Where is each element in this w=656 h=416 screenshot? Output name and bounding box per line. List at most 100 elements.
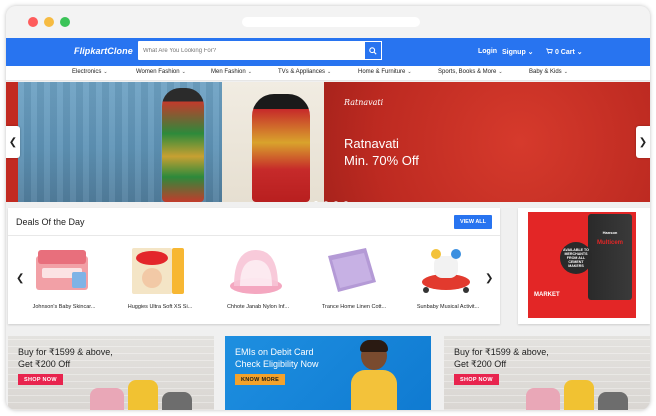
browser-chrome	[6, 6, 650, 38]
banner-title: Buy for ₹1599 & above, Get ₹200 Off	[18, 346, 113, 370]
ad-bag-label: Hanson	[602, 230, 618, 235]
cement-bag-image: Hanson Multicem	[588, 214, 632, 300]
product-name: Sunbaby Musical Activit...	[416, 304, 480, 310]
chevron-down-icon: ⌄	[181, 69, 186, 75]
deal-card[interactable]: Sunbaby Musical Activit...	[406, 242, 490, 314]
side-ad-banner[interactable]: Hanson Multicem AVAILABLE TO MERCHANTS F…	[518, 208, 650, 324]
product-name: Huggies Ultra Soft XS Si...	[127, 304, 193, 310]
chevron-down-icon: ⌄	[247, 69, 252, 75]
banner-title: EMIs on Debit Card Check Eligibility Now	[235, 346, 319, 370]
deal-card[interactable]: Huggies Ultra Soft XS Si...	[118, 242, 202, 314]
carousel-prev-button[interactable]: ❮	[6, 126, 20, 158]
hero-carousel[interactable]: Ratnavati Ratnavati Min. 70% Off ❮ ❯	[6, 82, 650, 202]
category-women-fashion[interactable]: Women Fashion ⌄	[136, 69, 186, 75]
browser-window: FlipkartClone Login Signup ⌄ 0 Cart ⌄ El…	[6, 6, 650, 410]
shop-now-button[interactable]: SHOP NOW	[454, 374, 499, 385]
hero-subtitle: Min. 70% Off	[344, 153, 419, 168]
know-more-button[interactable]: KNOW MORE	[235, 374, 286, 385]
product-name: Trance Home Linen Cott...	[321, 304, 387, 310]
cement-ad-image: Hanson Multicem AVAILABLE TO MERCHANTS F…	[528, 212, 636, 318]
chevron-right-icon: ❯	[638, 136, 648, 148]
carousel-dot[interactable]	[334, 201, 338, 202]
carousel-dot[interactable]	[344, 201, 348, 202]
category-label: Electronics	[72, 69, 102, 75]
category-label: Home & Furniture	[358, 69, 406, 75]
product-image	[230, 250, 282, 294]
banner-line: Check Eligibility Now	[235, 359, 319, 369]
ad-bag-brand: Multicem	[596, 240, 623, 246]
ad-badge: AVAILABLE TO MERCHANTS FROM ALL CEMENT M…	[560, 242, 592, 274]
search-icon	[369, 46, 377, 55]
product-image	[422, 249, 470, 293]
signup-link[interactable]: Signup ⌄	[502, 48, 534, 56]
hero-brand-logo: Ratnavati	[344, 98, 384, 107]
banner-line: EMIs on Debit Card	[235, 347, 314, 357]
promo-banner-emi[interactable]: EMIs on Debit Card Check Eligibility Now…	[225, 336, 431, 410]
chevron-down-icon: ⌄	[527, 49, 534, 56]
bag-image	[526, 388, 560, 410]
product-image	[328, 248, 376, 292]
deal-card[interactable]: Chhote Janab Nylon Inf...	[216, 242, 300, 314]
deal-card[interactable]: Johnson's Baby Skincar...	[22, 242, 106, 314]
carousel-dot[interactable]	[314, 201, 318, 202]
banner-line: Buy for ₹1599 & above,	[18, 347, 113, 357]
site-logo[interactable]: FlipkartClone	[74, 46, 133, 56]
bag-image	[90, 388, 124, 410]
carousel-dots	[314, 192, 354, 202]
shop-now-button[interactable]: SHOP NOW	[18, 374, 63, 385]
carousel-dot[interactable]	[324, 201, 328, 202]
maximize-window-button[interactable]	[60, 17, 70, 27]
deal-card[interactable]: Trance Home Linen Cott...	[312, 242, 396, 314]
backpack-image	[128, 380, 158, 410]
category-sports-books[interactable]: Sports, Books & More ⌄	[438, 69, 503, 75]
chevron-down-icon: ⌄	[498, 69, 503, 75]
category-label: Men Fashion	[211, 69, 246, 75]
chevron-left-icon: ❮	[8, 136, 18, 148]
kid-image	[351, 340, 397, 410]
search-box	[138, 41, 382, 60]
chevron-down-icon: ⌄	[407, 69, 412, 75]
product-image	[36, 250, 88, 290]
promo-banner-bags[interactable]: Buy for ₹1599 & above, Get ₹200 Off SHOP…	[444, 336, 650, 410]
category-label: Sports, Books & More	[438, 69, 497, 75]
login-link[interactable]: Login	[478, 48, 497, 55]
deals-of-the-day-section: Deals Of the Day VIEW ALL ❮ ❯ Johnson's …	[8, 208, 500, 324]
category-men-fashion[interactable]: Men Fashion ⌄	[211, 69, 252, 75]
cart-icon	[546, 48, 555, 56]
section-title: Deals Of the Day	[16, 217, 85, 227]
search-button[interactable]	[364, 41, 382, 60]
chevron-down-icon: ⌄	[103, 69, 108, 75]
chevron-down-icon: ⌄	[576, 49, 583, 56]
cart-label: 0 Cart	[554, 49, 575, 56]
promo-banner-bags[interactable]: Buy for ₹1599 & above, Get ₹200 Off SHOP…	[8, 336, 214, 410]
hero-title: Ratnavati	[344, 136, 399, 151]
category-label: Baby & Kids	[529, 69, 562, 75]
backpack-image	[564, 380, 594, 410]
category-home-furniture[interactable]: Home & Furniture ⌄	[358, 69, 412, 75]
product-name: Johnson's Baby Skincar...	[32, 304, 96, 310]
product-name: Chhote Janab Nylon Inf...	[226, 304, 290, 310]
close-window-button[interactable]	[28, 17, 38, 27]
model-image	[162, 88, 204, 202]
category-bar: Electronics ⌄ Women Fashion ⌄ Men Fashion ⌄…	[6, 66, 650, 81]
banner-line: Buy for ₹1599 & above,	[454, 347, 549, 357]
carousel-next-button[interactable]: ❯	[636, 126, 650, 158]
signup-label: Signup	[502, 49, 526, 56]
category-electronics[interactable]: Electronics ⌄	[72, 69, 108, 75]
divider	[8, 235, 500, 236]
category-tvs-appliances[interactable]: TVs & Appliances ⌄	[278, 69, 331, 75]
minimize-window-button[interactable]	[44, 17, 54, 27]
top-navbar: FlipkartClone Login Signup ⌄ 0 Cart ⌄	[6, 38, 650, 66]
kettle-image	[598, 392, 628, 410]
address-bar[interactable]	[242, 17, 420, 27]
cart-button[interactable]: 0 Cart ⌄	[546, 48, 583, 56]
category-label: TVs & Appliances	[278, 69, 326, 75]
search-input[interactable]	[138, 41, 364, 60]
banner-line: Get ₹200 Off	[454, 359, 507, 369]
category-baby-kids[interactable]: Baby & Kids ⌄	[529, 69, 568, 75]
banner-title: Buy for ₹1599 & above, Get ₹200 Off	[454, 346, 549, 370]
view-all-button[interactable]: VIEW ALL	[454, 215, 492, 229]
category-label: Women Fashion	[136, 69, 180, 75]
ad-market-label: MARKET	[534, 292, 560, 298]
banner-line: Get ₹200 Off	[18, 359, 71, 369]
